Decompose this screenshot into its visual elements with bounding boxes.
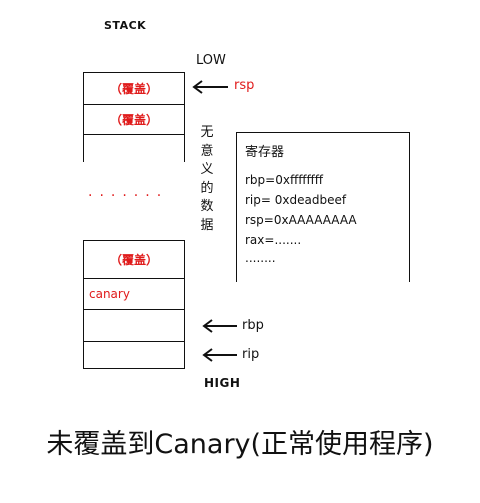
registers-title: 寄存器 [245, 145, 285, 160]
register-rax: rax=....... [245, 233, 302, 247]
register-rip: rip= 0xdeadbeef [245, 193, 347, 207]
diagram-caption: 未覆盖到Canary(正常使用程序) [46, 429, 434, 460]
rsp-pointer-label: rsp [234, 78, 255, 93]
high-label: HIGH [204, 376, 241, 390]
rbp-pointer-label: rbp [242, 318, 264, 333]
register-more: ........ [245, 251, 276, 265]
rip-arrow-icon [202, 348, 237, 362]
rip-pointer-label: rip [242, 347, 260, 362]
register-rsp: rsp=0xAAAAAAAA [245, 213, 357, 227]
rbp-arrow-icon [202, 319, 237, 333]
registers-panel: 寄存器 rbp=0xffffffff rip= 0xdeadbeef rsp=0… [236, 132, 410, 282]
rsp-arrow-icon [192, 80, 228, 94]
register-rbp: rbp=0xffffffff [245, 173, 324, 187]
